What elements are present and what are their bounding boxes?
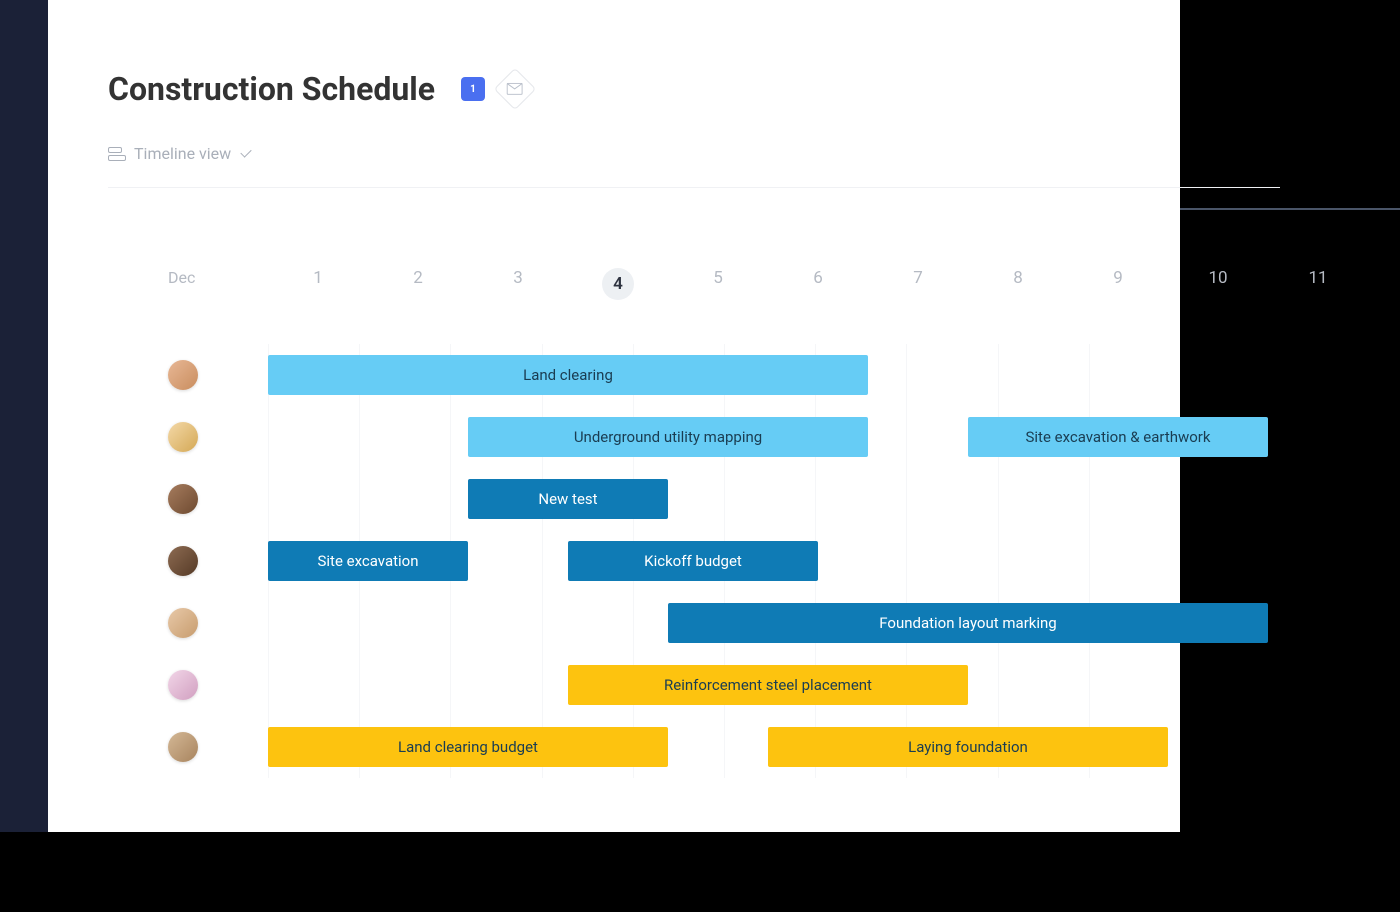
- page-title: Construction Schedule: [108, 70, 435, 108]
- bars-container: Site excavation Kickoff budget: [248, 541, 1180, 581]
- task-bar[interactable]: Site excavation: [268, 541, 468, 581]
- bars-container: Land clearing budget Laying foundation: [248, 727, 1180, 767]
- task-bar[interactable]: Reinforcement steel placement: [568, 665, 968, 705]
- calendar-integration-button[interactable]: 1: [455, 71, 491, 107]
- bars-container: Underground utility mappingSite excavati…: [248, 417, 1180, 457]
- gantt-row: Land clearing budget Laying foundation: [168, 716, 1180, 778]
- task-bar[interactable]: Land clearing: [268, 355, 868, 395]
- main-content: Construction Schedule 1 Timeline view De…: [48, 0, 1180, 832]
- task-bar[interactable]: Foundation layout marking: [668, 603, 1268, 643]
- day-header-cell[interactable]: 6: [768, 268, 868, 300]
- gantt-row: Reinforcement steel placement: [168, 654, 1180, 716]
- gantt-row: Foundation layout marking: [168, 592, 1180, 654]
- task-bar[interactable]: Land clearing budget: [268, 727, 668, 767]
- date-header: Dec 1234567891011: [88, 268, 1180, 300]
- gantt-row: Land clearing: [168, 344, 1180, 406]
- day-header-cell[interactable]: 8: [968, 268, 1068, 300]
- gantt-body: Land clearing Underground utility mapping…: [88, 344, 1180, 778]
- avatar[interactable]: [168, 422, 198, 452]
- gantt-row: New test: [168, 468, 1180, 530]
- day-header-cell[interactable]: 5: [668, 268, 768, 300]
- divider: [108, 187, 1280, 188]
- email-integration-button[interactable]: [497, 71, 533, 107]
- day-header-cell[interactable]: 1: [268, 268, 368, 300]
- page-header: Construction Schedule 1: [108, 70, 1180, 108]
- connector-line: [1180, 208, 1400, 210]
- calendar-icon: 1: [461, 77, 485, 101]
- day-header-cell[interactable]: 4: [568, 268, 668, 300]
- timeline-icon: [108, 147, 124, 161]
- task-bar[interactable]: Kickoff budget: [568, 541, 818, 581]
- avatar[interactable]: [168, 608, 198, 638]
- day-header-cell[interactable]: 9: [1068, 268, 1168, 300]
- avatar[interactable]: [168, 670, 198, 700]
- bars-container: Land clearing: [248, 355, 1180, 395]
- bars-container: Foundation layout marking: [248, 603, 1180, 643]
- avatar[interactable]: [168, 546, 198, 576]
- day-header-cell[interactable]: 11: [1268, 268, 1368, 300]
- avatar[interactable]: [168, 360, 198, 390]
- day-header-cell[interactable]: 2: [368, 268, 468, 300]
- sidebar: [0, 0, 48, 832]
- month-label: Dec: [168, 268, 195, 287]
- task-bar[interactable]: Site excavation & earthwork: [968, 417, 1268, 457]
- avatar[interactable]: [168, 732, 198, 762]
- day-header-cell[interactable]: 3: [468, 268, 568, 300]
- day-header-cell[interactable]: 10: [1168, 268, 1268, 300]
- chevron-down-icon: [241, 146, 252, 157]
- task-bar[interactable]: Underground utility mapping: [468, 417, 868, 457]
- gantt-row: Underground utility mappingSite excavati…: [168, 406, 1180, 468]
- bars-container: Reinforcement steel placement: [248, 665, 1180, 705]
- gantt-row: Site excavation Kickoff budget: [168, 530, 1180, 592]
- timeline-chart: Dec 1234567891011 Land clearingUndergrou…: [88, 268, 1180, 778]
- bars-container: New test: [248, 479, 1180, 519]
- envelope-icon: [494, 68, 536, 110]
- view-selector[interactable]: Timeline view: [108, 144, 1180, 163]
- task-bar[interactable]: Laying foundation: [768, 727, 1168, 767]
- avatar[interactable]: [168, 484, 198, 514]
- task-bar[interactable]: New test: [468, 479, 668, 519]
- view-label: Timeline view: [134, 144, 231, 163]
- day-header-cell[interactable]: 7: [868, 268, 968, 300]
